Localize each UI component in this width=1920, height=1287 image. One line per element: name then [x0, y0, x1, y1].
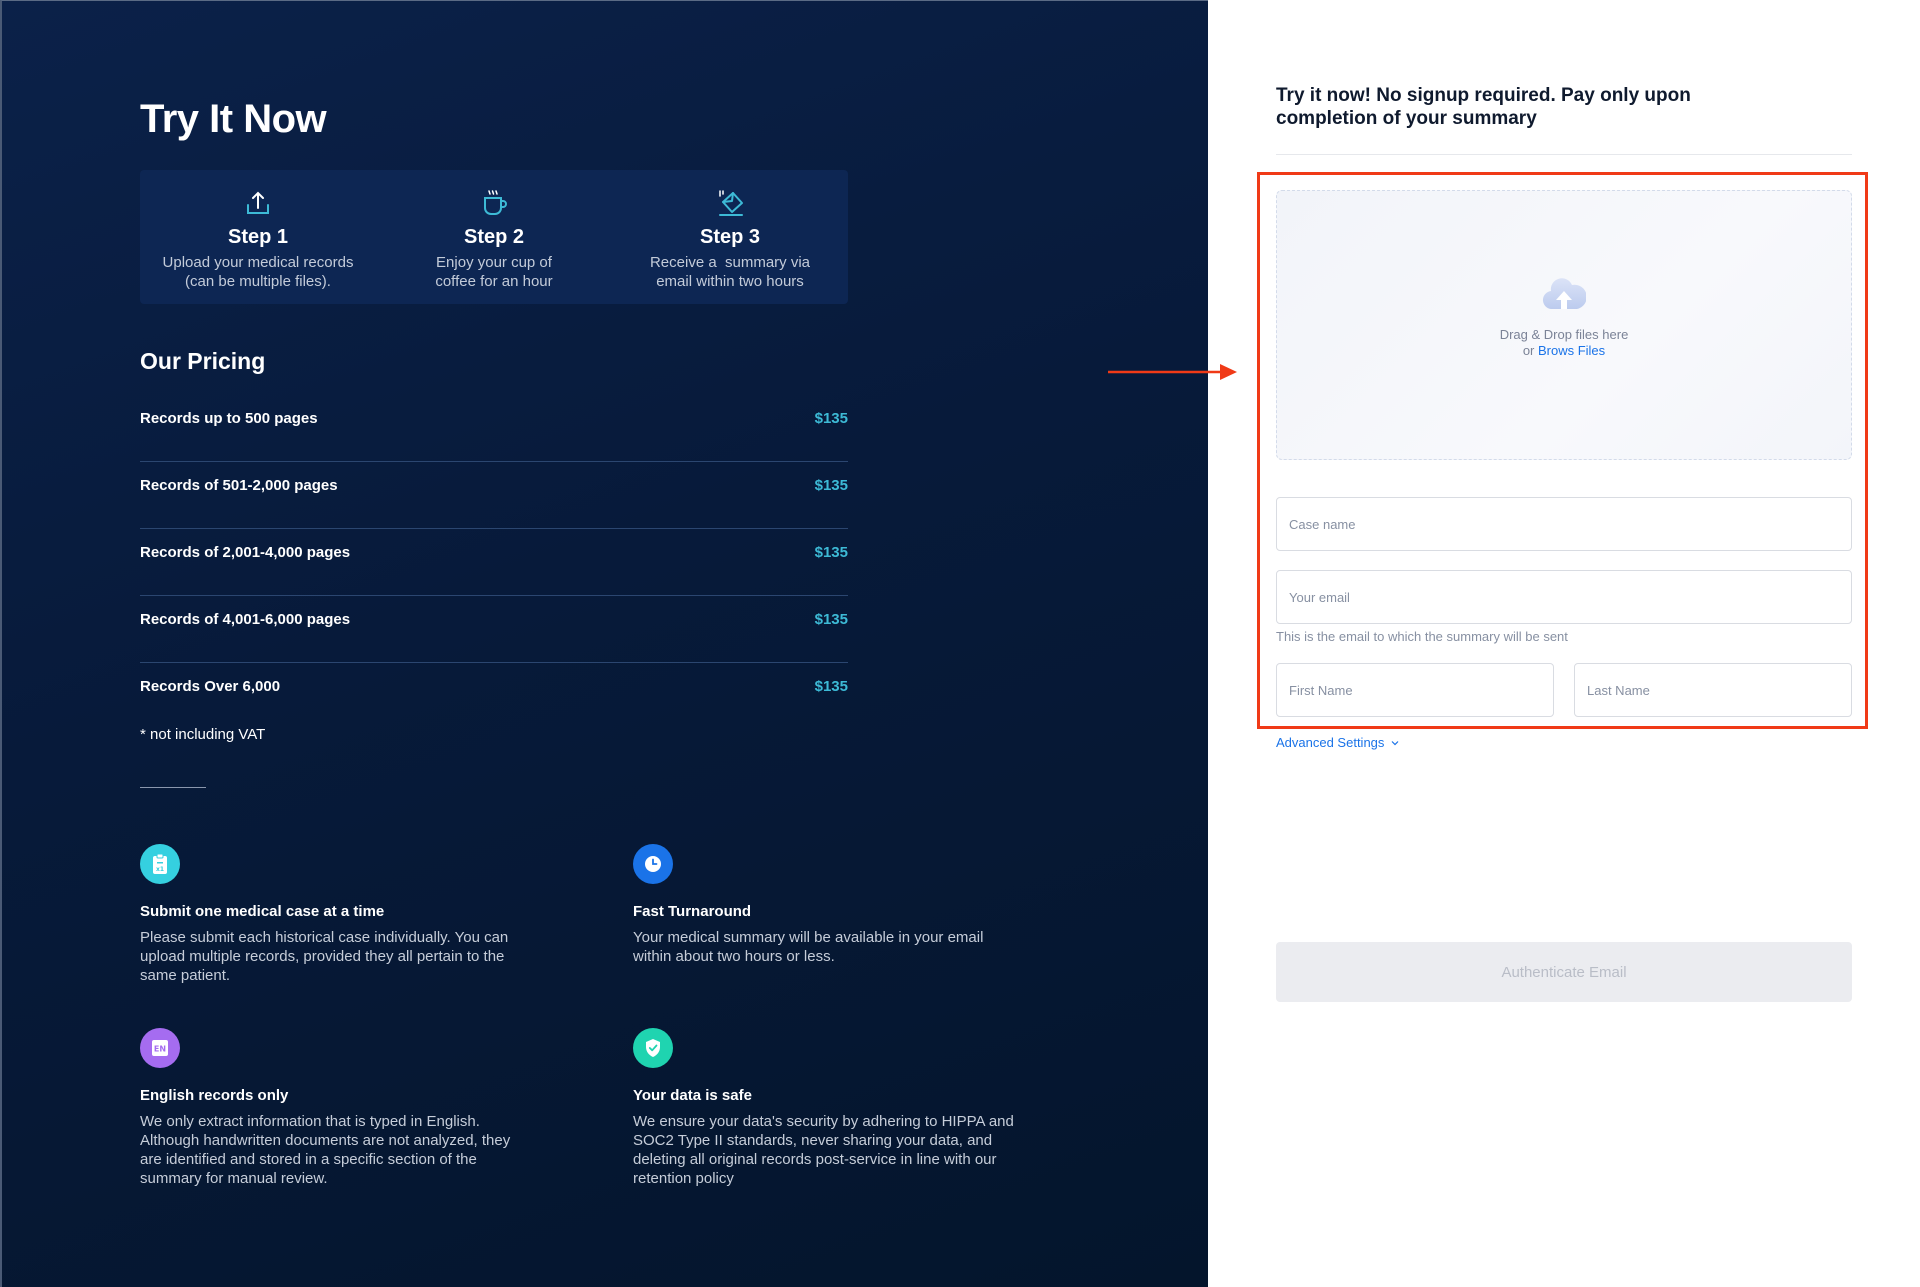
file-dropzone[interactable]: Drag & Drop files here or Brows Files [1276, 190, 1852, 460]
step-desc-line: Upload your medical records [162, 254, 354, 271]
upload-icon [247, 191, 269, 214]
step-desc-line: (can be multiple files). [185, 273, 331, 290]
feature-body-line: Your medical summary will be available i… [633, 929, 984, 946]
feature-body-line: We ensure your data's security by adheri… [633, 1113, 1014, 1130]
step-description: Enjoy your cup of coffee for an hour [435, 253, 552, 291]
price-value: $135 [814, 409, 848, 427]
dropzone-instruction: Drag & Drop files here [1499, 327, 1629, 342]
step-title: Step 3 [699, 226, 761, 248]
form-divider [1276, 154, 1852, 155]
cloud-upload-icon [1543, 278, 1586, 310]
email-input[interactable] [1276, 570, 1852, 624]
language-en-icon: EN [140, 1028, 180, 1068]
feature-body-line: summary for manual review. [140, 1170, 328, 1187]
vat-note: * not including VAT [140, 726, 266, 743]
dropzone-or-text: or [1522, 343, 1538, 358]
svg-text:x1: x1 [156, 866, 164, 873]
steps-box: Step 1 Upload your medical records (can … [140, 170, 848, 304]
feature-body-line: Please submit each historical case indiv… [140, 929, 509, 946]
coffee-cup-icon [484, 190, 507, 215]
feature-title: English records only [140, 1087, 289, 1104]
feature-body: Please submit each historical case indiv… [140, 928, 560, 985]
step-desc-line: Receive a summary via [649, 254, 811, 271]
email-receive-icon [719, 190, 743, 216]
language-badge: EN [154, 1045, 166, 1054]
step-3: Step 3 Receive a summary via email withi… [612, 170, 848, 304]
feature-english-only: EN English records only We only extract … [140, 1028, 560, 1188]
feature-body-line: within about two hours or less. [633, 948, 835, 965]
price-label: Records Over 6,000 [140, 678, 281, 695]
price-label: Records of 501-2,000 pages [140, 476, 338, 494]
feature-body: We ensure your data's security by adheri… [633, 1112, 1053, 1188]
annotation-arrow-icon [1108, 364, 1237, 380]
feature-body-line: SOC2 Type II standards, never sharing yo… [633, 1132, 993, 1149]
feature-body: We only extract information that is type… [140, 1112, 560, 1188]
info-panel: Try It Now Step 1 Upload your medical re… [0, 0, 1208, 1287]
price-row: Records of 501-2,000 pages $135 [140, 462, 848, 529]
first-name-input[interactable] [1276, 663, 1554, 717]
price-row: Records up to 500 pages $135 [140, 395, 848, 462]
step-2: Step 2 Enjoy your cup of coffee for an h… [376, 170, 612, 304]
step-desc-line: email within two hours [656, 273, 804, 290]
step-description: Upload your medical records (can be mult… [163, 253, 354, 291]
pricing-title: Our Pricing [140, 348, 266, 374]
dropzone-text: Drag & Drop files here or Brows Files [1500, 327, 1629, 359]
feature-one-case: x1 Submit one medical case at a time Ple… [140, 844, 560, 985]
email-hint: This is the email to which the summary w… [1276, 629, 1568, 644]
step-desc-line: coffee for an hour [435, 273, 553, 290]
feature-title: Submit one medical case at a time [140, 903, 385, 920]
step-1: Step 1 Upload your medical records (can … [140, 170, 376, 304]
price-row: Records of 2,001-4,000 pages $135 [140, 529, 848, 596]
step-description: Receive a summary via email within two h… [650, 253, 810, 291]
feature-body: Your medical summary will be available i… [633, 928, 1053, 966]
feature-fast-turnaround: Fast Turnaround Your medical summary wil… [633, 844, 1053, 966]
feature-title: Fast Turnaround [633, 903, 752, 920]
feature-title: Your data is safe [633, 1087, 752, 1104]
feature-body-line: same patient. [140, 967, 231, 984]
browse-files-link[interactable]: Brows Files [1538, 343, 1605, 358]
step-desc-line: Enjoy your cup of [436, 254, 552, 271]
shield-check-icon [633, 1028, 673, 1068]
feature-body-line: We only extract information that is type… [140, 1113, 480, 1130]
advanced-settings-toggle[interactable]: Advanced Settings [1276, 735, 1400, 750]
feature-body-line: Although handwritten documents are not a… [140, 1132, 511, 1149]
price-row: Records of 4,001-6,000 pages $135 [140, 596, 848, 663]
feature-body-line: deleting all original records post-servi… [633, 1151, 997, 1168]
page-title: Try It Now [140, 97, 327, 141]
price-value: $135 [814, 543, 848, 561]
price-value: $135 [814, 610, 848, 628]
feature-body-line: upload multiple records, provided they a… [140, 948, 505, 965]
step-title: Step 1 [227, 226, 289, 248]
dropzone-browse-line: or Brows Files [1500, 343, 1629, 359]
price-label: Records of 2,001-4,000 pages [140, 543, 351, 561]
price-value: $135 [814, 476, 848, 494]
price-label: Records up to 500 pages [140, 409, 318, 427]
advanced-settings-label: Advanced Settings [1276, 735, 1385, 750]
step-title: Step 2 [463, 226, 525, 248]
authenticate-email-button[interactable]: Authenticate Email [1276, 942, 1852, 1002]
price-value: $135 [814, 678, 848, 695]
last-name-input[interactable] [1574, 663, 1852, 717]
clipboard-x1-icon: x1 [140, 844, 180, 884]
chevron-down-icon [1391, 740, 1399, 745]
pricing-list: Records up to 500 pages $135 Records of … [140, 395, 848, 730]
price-row: Records Over 6,000 $135 [140, 663, 848, 730]
form-title: Try it now! No signup required. Pay only… [1276, 85, 1691, 129]
case-name-input[interactable] [1276, 497, 1852, 551]
price-label: Records of 4,001-6,000 pages [140, 610, 351, 628]
section-divider [140, 787, 206, 788]
feature-body-line: retention policy [633, 1170, 734, 1187]
clock-icon [633, 844, 673, 884]
feature-body-line: are identified and stored in a specific … [140, 1151, 477, 1168]
feature-data-safe: Your data is safe We ensure your data's … [633, 1028, 1053, 1188]
